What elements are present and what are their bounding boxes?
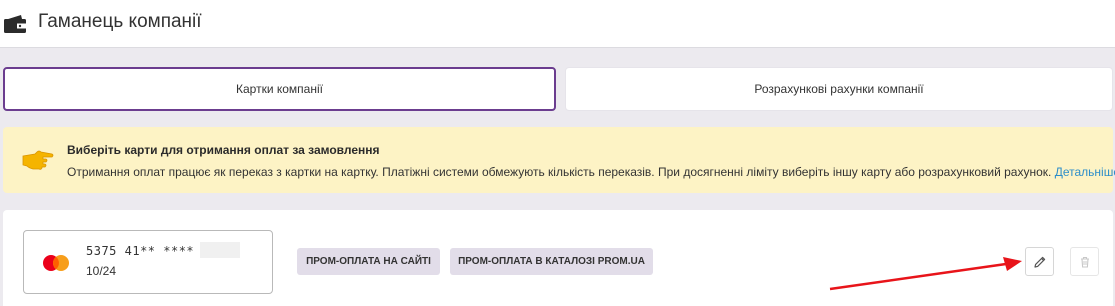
- pointing-hand-icon: [22, 150, 54, 170]
- notice-title: Виберіть карти для отримання оплат за за…: [67, 143, 380, 157]
- badge-prom-payment-site: ПРОМ-ОПЛАТА НА САЙТІ: [297, 248, 440, 275]
- delete-card-button[interactable]: [1070, 247, 1099, 276]
- card-expiry: 10/24: [86, 264, 117, 278]
- trash-icon: [1080, 256, 1089, 268]
- wallet-icon: [4, 15, 26, 33]
- wallet-tabs: Картки компанії Розрахункові рахунки ком…: [3, 67, 1113, 111]
- page-header: Гаманець компанії: [0, 0, 1115, 48]
- notice-text: Отримання оплат працює як переказ з карт…: [67, 165, 1115, 179]
- page-title: Гаманець компанії: [38, 11, 202, 32]
- notice-description: Отримання оплат працює як переказ з карт…: [67, 165, 1052, 179]
- info-notice: Виберіть карти для отримання оплат за за…: [3, 127, 1115, 193]
- bank-card[interactable]: 5375 41** **** 10/24: [23, 230, 273, 294]
- card-number: 5375 41** ****: [86, 244, 195, 258]
- pencil-icon: [1033, 256, 1045, 268]
- annotation-arrow: [829, 257, 1022, 291]
- tab-company-cards[interactable]: Картки компанії: [3, 67, 556, 111]
- page: Гаманець компанії Картки компанії Розрах…: [0, 0, 1115, 306]
- mastercard-icon: [43, 255, 69, 271]
- edit-card-button[interactable]: [1025, 247, 1054, 276]
- card-number-mask: [200, 242, 240, 258]
- details-link[interactable]: Детальніше: [1055, 165, 1115, 179]
- tab-company-accounts[interactable]: Розрахункові рахунки компанії: [565, 67, 1113, 111]
- badge-prom-payment-catalog: ПРОМ-ОПЛАТА В КАТАЛОЗІ PROM.UA: [450, 248, 653, 275]
